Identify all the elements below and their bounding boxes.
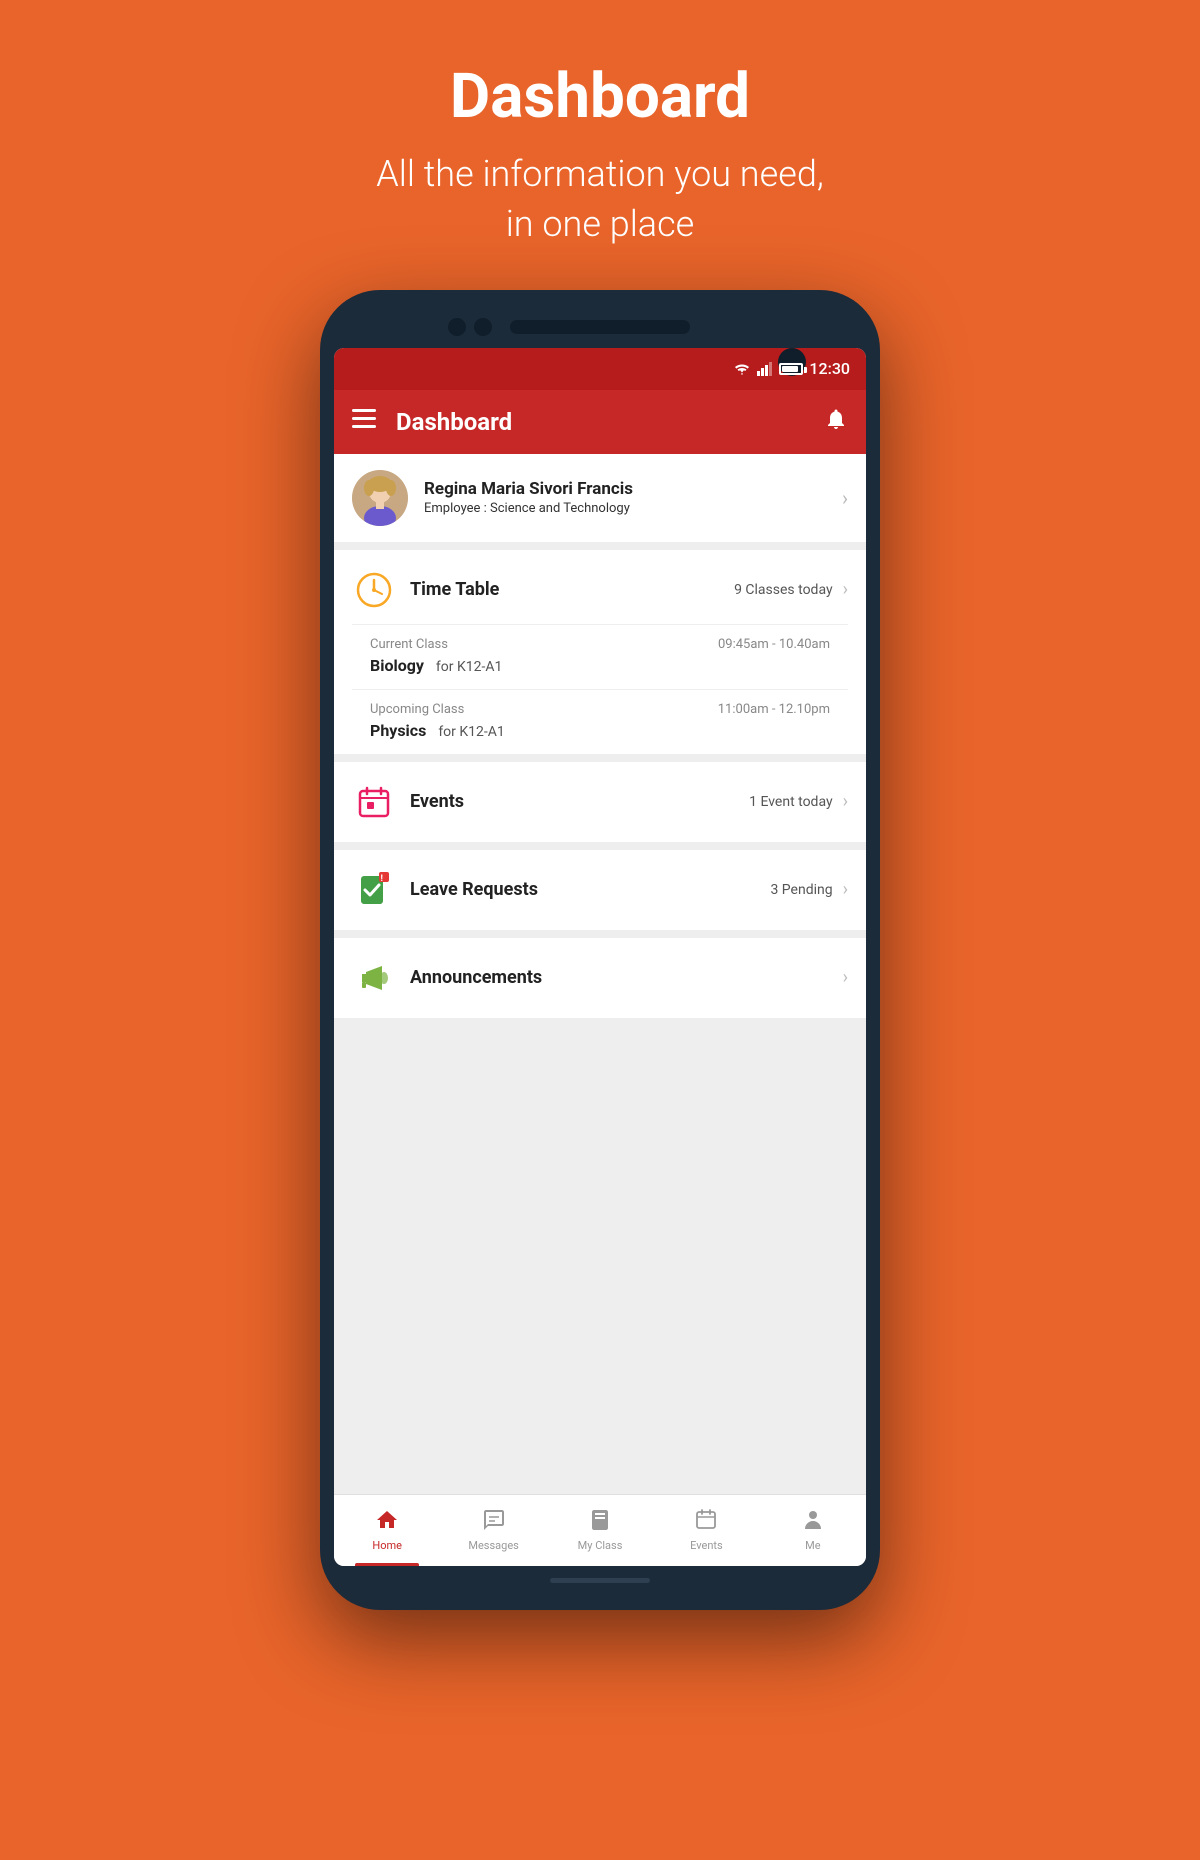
myclass-icon: [588, 1508, 612, 1536]
home-bar: [550, 1578, 650, 1583]
current-class-row: Current Class 09:45am - 10.40am Biology …: [352, 624, 848, 689]
hero-subtitle: All the information you need, in one pla…: [376, 149, 823, 250]
nav-me-label: Me: [805, 1539, 820, 1552]
bottom-nav: Home Messages: [334, 1494, 866, 1566]
events-icon: [352, 780, 396, 824]
signal-icon: [757, 362, 773, 376]
announcements-chevron: ›: [843, 967, 848, 988]
timetable-chevron: ›: [843, 579, 848, 600]
speaker-grille: [510, 320, 690, 334]
timetable-card[interactable]: Time Table 9 Classes today › Current Cla…: [334, 550, 866, 754]
timetable-badge: 9 Classes today: [734, 582, 833, 598]
nav-myclass-label: My Class: [578, 1539, 623, 1552]
leave-icon: !: [352, 868, 396, 912]
phone-bottom: [550, 1566, 650, 1596]
timetable-icon: [352, 568, 396, 612]
profile-chevron: ›: [842, 486, 848, 510]
hero-section: Dashboard All the information you need, …: [376, 0, 823, 290]
announcements-icon: [352, 956, 396, 1000]
upcoming-class-info: Physics for K12-A1: [370, 721, 830, 740]
nav-messages-label: Messages: [468, 1539, 518, 1552]
nav-messages[interactable]: Messages: [440, 1495, 546, 1566]
battery-icon: [779, 363, 803, 375]
hamburger-icon[interactable]: [352, 409, 376, 435]
messages-icon: [482, 1508, 506, 1536]
screen-content: Regina Maria Sivori Francis Employee : S…: [334, 454, 866, 1494]
timetable-card-header: Time Table 9 Classes today ›: [352, 568, 848, 612]
nav-events-label: Events: [690, 1539, 723, 1552]
events-chevron: ›: [843, 791, 848, 812]
profile-info: Regina Maria Sivori Francis Employee : S…: [424, 479, 842, 516]
wifi-icon: [733, 362, 751, 376]
avatar: [352, 470, 408, 526]
current-class-header: Current Class 09:45am - 10.40am: [370, 637, 830, 652]
events-card-header: Events 1 Event today ›: [352, 780, 848, 824]
upcoming-class-header: Upcoming Class 11:00am - 12.10pm: [370, 702, 830, 717]
current-class-info: Biology for K12-A1: [370, 656, 830, 675]
svg-text:!: !: [381, 874, 383, 884]
nav-events[interactable]: Events: [653, 1495, 759, 1566]
events-badge: 1 Event today: [749, 794, 832, 810]
app-bar-title: Dashboard: [396, 408, 824, 436]
events-nav-icon: [694, 1508, 718, 1536]
leave-badge: 3 Pending: [770, 882, 832, 898]
leave-title: Leave Requests: [410, 879, 770, 900]
events-title: Events: [410, 791, 749, 812]
profile-name: Regina Maria Sivori Francis: [424, 479, 842, 499]
home-icon: [375, 1508, 399, 1536]
me-icon: [801, 1508, 825, 1536]
phone-shell: 12:30 Dashboard: [320, 290, 880, 1610]
upcoming-class-row: Upcoming Class 11:00am - 12.10pm Physics…: [352, 689, 848, 754]
bell-icon[interactable]: [824, 407, 848, 437]
announcements-card[interactable]: Announcements ›: [334, 938, 866, 1018]
nav-home-label: Home: [372, 1539, 402, 1552]
leave-requests-card[interactable]: ! Leave Requests 3 Pending ›: [334, 850, 866, 930]
announcements-card-header: Announcements ›: [352, 956, 848, 1000]
phone-screen: 12:30 Dashboard: [334, 348, 866, 1566]
announcements-title: Announcements: [410, 967, 843, 988]
profile-card[interactable]: Regina Maria Sivori Francis Employee : S…: [334, 454, 866, 542]
leave-chevron: ›: [843, 879, 848, 900]
status-time: 12:30: [809, 359, 850, 378]
nav-myclass[interactable]: My Class: [547, 1495, 653, 1566]
app-bar: Dashboard: [334, 390, 866, 454]
timetable-title: Time Table: [410, 579, 734, 600]
nav-me[interactable]: Me: [760, 1495, 866, 1566]
nav-home[interactable]: Home: [334, 1495, 440, 1566]
events-card[interactable]: Events 1 Event today ›: [334, 762, 866, 842]
leave-card-header: ! Leave Requests 3 Pending ›: [352, 868, 848, 912]
hero-title: Dashboard: [376, 60, 823, 133]
profile-role: Employee : Science and Technology: [424, 501, 842, 516]
